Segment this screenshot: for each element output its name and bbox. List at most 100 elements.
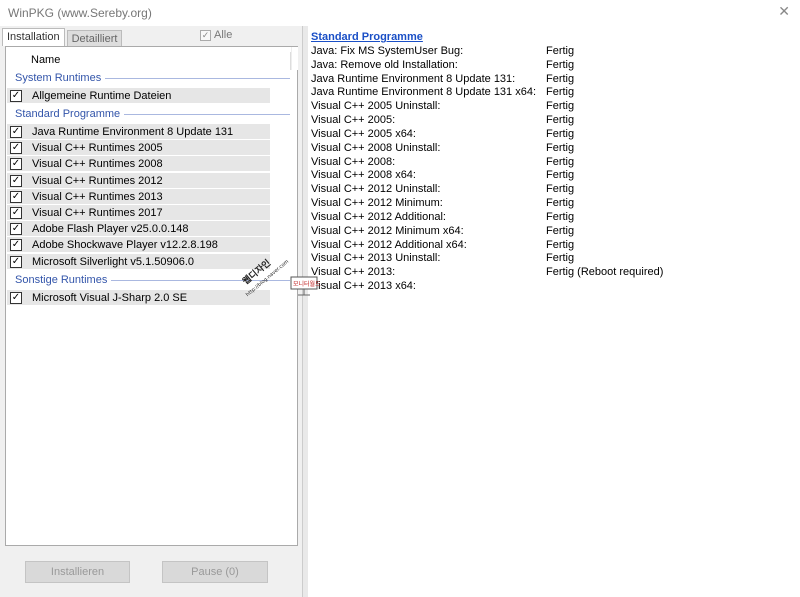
runtime-list[interactable]: Name System Runtimes ✓ Allgemeine Runtim… [5,46,298,546]
log-row: Visual C++ 2013 Uninstall: Fertig [311,252,791,266]
list-item-label: Microsoft Visual J-Sharp 2.0 SE [32,291,188,304]
checkbox-checked-icon[interactable]: ✓ [10,238,22,251]
log-step-status: Fertig (Reboot required) [546,266,664,279]
title-bar: WinPKG (www.Sereby.org) ✕ [0,0,800,26]
log-row: Visual C++ 2012 Additional: Fertig [311,211,791,225]
log-step-label: Visual C++ 2008 Uninstall: [311,141,441,154]
checkbox-checked-icon[interactable]: ✓ [10,174,22,187]
log-step-label: Visual C++ 2013 Uninstall: [311,252,441,265]
log-step-label: Visual C++ 2012 Additional: [311,210,446,223]
list-item[interactable]: ✓ Visual C++ Runtimes 2017 [7,205,270,220]
log-row: Visual C++ 2008 Uninstall: Fertig [311,142,791,156]
log-step-label: Visual C++ 2008 x64: [311,169,416,182]
log-step-label: Visual C++ 2008: [311,155,396,168]
list-item-label: Allgemeine Runtime Dateien [32,89,172,102]
log-step-label: Java: Fix MS SystemUser Bug: [311,45,464,57]
list-item-label: Visual C++ Runtimes 2013 [32,190,163,203]
log-step-label: Java Runtime Environment 8 Update 131: [311,72,516,85]
group-label: Standard Programme [15,108,121,120]
list-item[interactable]: ✓ Visual C++ Runtimes 2013 [7,189,270,204]
log-step-status: Fertig [546,238,575,251]
log-row: Visual C++ 2008: Fertig [311,156,791,170]
header-spacer [291,47,298,70]
list-item[interactable]: ✓ Visual C++ Runtimes 2012 [7,173,270,188]
tab-strip: Installation Detailliert [2,28,124,46]
list-item-label: Visual C++ Runtimes 2012 [32,174,163,187]
select-all-label: Alle [214,29,233,41]
log-row: Visual C++ 2008 x64: Fertig [311,169,791,183]
log-step-status: Fertig [546,58,575,71]
log-row: Visual C++ 2013: Fertig (Reboot required) [311,266,791,280]
checkbox-checked-icon[interactable]: ✓ [10,89,22,102]
log-step-label: Visual C++ 2012 Minimum: [311,197,443,210]
log-step-status: Fertig [546,224,575,237]
checkbox-checked-icon[interactable]: ✓ [10,291,22,304]
checkbox-checked-icon[interactable]: ✓ [10,206,22,219]
group-label: Sonstige Runtimes [15,274,108,286]
left-pane: Installation Detailliert ✓ Alle Name Sys… [0,26,303,597]
list-item[interactable]: ✓ Visual C++ Runtimes 2008 [7,156,270,171]
log-step-status: Fertig [546,72,575,85]
log-row: Java Runtime Environment 8 Update 131 x6… [311,86,791,100]
log-row: Java: Fix MS SystemUser Bug: Fertig [311,45,791,59]
group-label: System Runtimes [15,72,102,84]
log-step-status: Fertig [546,210,575,223]
log-row: Visual C++ 2012 Minimum x64: Fertig [311,225,791,239]
window-title: WinPKG (www.Sereby.org) [8,6,152,20]
log-step-label: Visual C++ 2005: [311,114,396,127]
list-item[interactable]: ✓ Java Runtime Environment 8 Update 131 [7,124,270,139]
list-item[interactable]: ✓ Visual C++ Runtimes 2005 [7,140,270,155]
log-step-status: Fertig [546,252,575,265]
group-header-system-runtimes: System Runtimes [15,72,290,84]
install-button[interactable]: Installieren [25,561,130,583]
checkbox-checked-icon[interactable]: ✓ [10,125,22,138]
group-header-standard-programme: Standard Programme [15,108,290,120]
log-step-status: Fertig [546,169,575,182]
log-step-status: Fertig [546,155,575,168]
log-step-status: Fertig [546,141,575,154]
log-step-label: Visual C++ 2013 x64: [311,280,416,293]
log-step-status: Fertig [546,183,575,196]
log-row: Java Runtime Environment 8 Update 131: Fe… [311,73,791,87]
group-divider [105,78,290,79]
log-step-label: Visual C++ 2013: [311,266,396,279]
group-divider [124,114,290,115]
list-item[interactable]: ✓ Microsoft Silverlight v5.1.50906.0 [7,254,270,269]
select-all-checkbox[interactable]: ✓ Alle [200,29,232,41]
column-header-name[interactable]: Name [26,52,291,70]
list-item[interactable]: ✓ Adobe Shockwave Player v12.2.8.198 [7,237,270,252]
list-item[interactable]: ✓ Adobe Flash Player v25.0.0.148 [7,221,270,236]
log-step-status: Fertig [546,86,575,99]
list-item[interactable]: ✓ Microsoft Visual J-Sharp 2.0 SE [7,290,270,305]
checkmark-icon: ✓ [200,29,211,41]
log-row: Visual C++ 2012 Minimum: Fertig [311,197,791,211]
log-row: Visual C++ 2005 x64: Fertig [311,128,791,142]
pause-button[interactable]: Pause (0) [162,561,268,583]
list-item[interactable]: ✓ Allgemeine Runtime Dateien [7,88,270,103]
list-item-label: Adobe Flash Player v25.0.0.148 [32,222,189,235]
tab-installation[interactable]: Installation [2,28,65,46]
checkbox-checked-icon[interactable]: ✓ [10,157,22,170]
checkbox-checked-icon[interactable]: ✓ [10,222,22,235]
list-item-label: Java Runtime Environment 8 Update 131 [32,125,234,138]
checkbox-checked-icon[interactable]: ✓ [10,190,22,203]
log-section-title[interactable]: Standard Programme [311,31,423,43]
checkbox-checked-icon[interactable]: ✓ [10,255,22,268]
list-item-label: Visual C++ Runtimes 2008 [32,157,163,170]
list-item-label: Visual C++ Runtimes 2017 [32,206,163,219]
list-item-label: Microsoft Silverlight v5.1.50906.0 [32,255,195,268]
log-step-status: Fertig [546,100,575,113]
checkbox-checked-icon[interactable]: ✓ [10,141,22,154]
log-step-label: Visual C++ 2005 x64: [311,127,416,140]
log-row: Visual C++ 2012 Uninstall: Fertig [311,183,791,197]
log-step-label: Java: Remove old Installation: [311,58,458,71]
log-step-label: Visual C++ 2012 Minimum x64: [311,224,464,237]
log-step-label: Visual C++ 2012 Uninstall: [311,183,441,196]
log-step-status: Fertig [546,127,575,140]
log-step-label: Visual C++ 2005 Uninstall: [311,100,441,113]
tab-detailliert[interactable]: Detailliert [66,30,123,46]
log-step-status: Fertig [546,45,575,57]
log-row: Visual C++ 2013 x64: [311,280,791,294]
log-row: Visual C++ 2005 Uninstall: Fertig [311,100,791,114]
close-icon[interactable]: ✕ [778,3,790,20]
